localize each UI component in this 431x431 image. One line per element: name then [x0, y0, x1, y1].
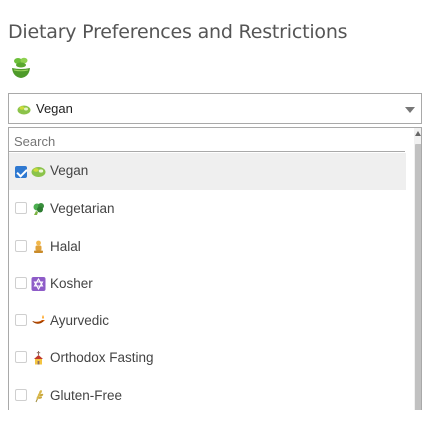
option-label: Kosher — [50, 275, 93, 291]
option-halal[interactable]: Halal — [9, 228, 406, 265]
checkbox[interactable] — [15, 351, 27, 364]
option-label: Vegan — [50, 163, 89, 178]
option-label: Gluten-Free — [50, 387, 123, 403]
option-label: Orthodox Fasting — [50, 350, 154, 366]
checkbox[interactable] — [15, 276, 27, 289]
option-kosher[interactable]: Kosher — [9, 265, 406, 302]
options-dropdown: Vegan Vegetarian Halal — [8, 127, 422, 410]
option-gluten-free[interactable]: Gluten-Free — [9, 377, 406, 410]
scrollbar[interactable] — [414, 128, 421, 410]
chevron-down-icon[interactable] — [405, 107, 415, 113]
salad-bowl-icon — [12, 57, 30, 78]
broccoli-icon — [33, 203, 44, 216]
scrollbar-thumb[interactable] — [415, 144, 421, 410]
checkbox[interactable] — [15, 202, 27, 215]
salad-icon — [31, 167, 46, 177]
checkbox[interactable] — [15, 239, 27, 252]
selected-value: Vegan — [36, 101, 73, 116]
option-label: Vegetarian — [50, 201, 115, 217]
wheat-icon — [35, 389, 44, 402]
church-icon — [34, 351, 43, 365]
checkbox-checked[interactable] — [15, 166, 27, 178]
option-ayurvedic[interactable]: Ayurvedic — [9, 302, 406, 339]
star-of-david-icon — [31, 276, 46, 291]
option-label: Ayurvedic — [50, 313, 110, 329]
checkbox[interactable] — [15, 388, 27, 401]
page-title: Dietary Preferences and Restrictions — [8, 21, 348, 43]
checkbox[interactable] — [15, 314, 27, 327]
option-orthodox-fasting[interactable]: Orthodox Fasting — [9, 339, 406, 376]
person-praying-icon — [34, 240, 43, 253]
option-vegetarian[interactable]: Vegetarian — [9, 190, 406, 227]
diet-select[interactable]: Vegan — [8, 93, 422, 124]
salad-icon — [17, 105, 31, 115]
option-label: Halal — [50, 238, 81, 254]
scroll-up-arrow-icon[interactable] — [415, 131, 421, 136]
option-vegan[interactable]: Vegan — [9, 153, 406, 191]
oil-lamp-icon — [32, 315, 45, 324]
search-input[interactable] — [9, 128, 405, 152]
options-list: Vegan Vegetarian Halal Kosher Ayurvedic … — [9, 153, 406, 410]
